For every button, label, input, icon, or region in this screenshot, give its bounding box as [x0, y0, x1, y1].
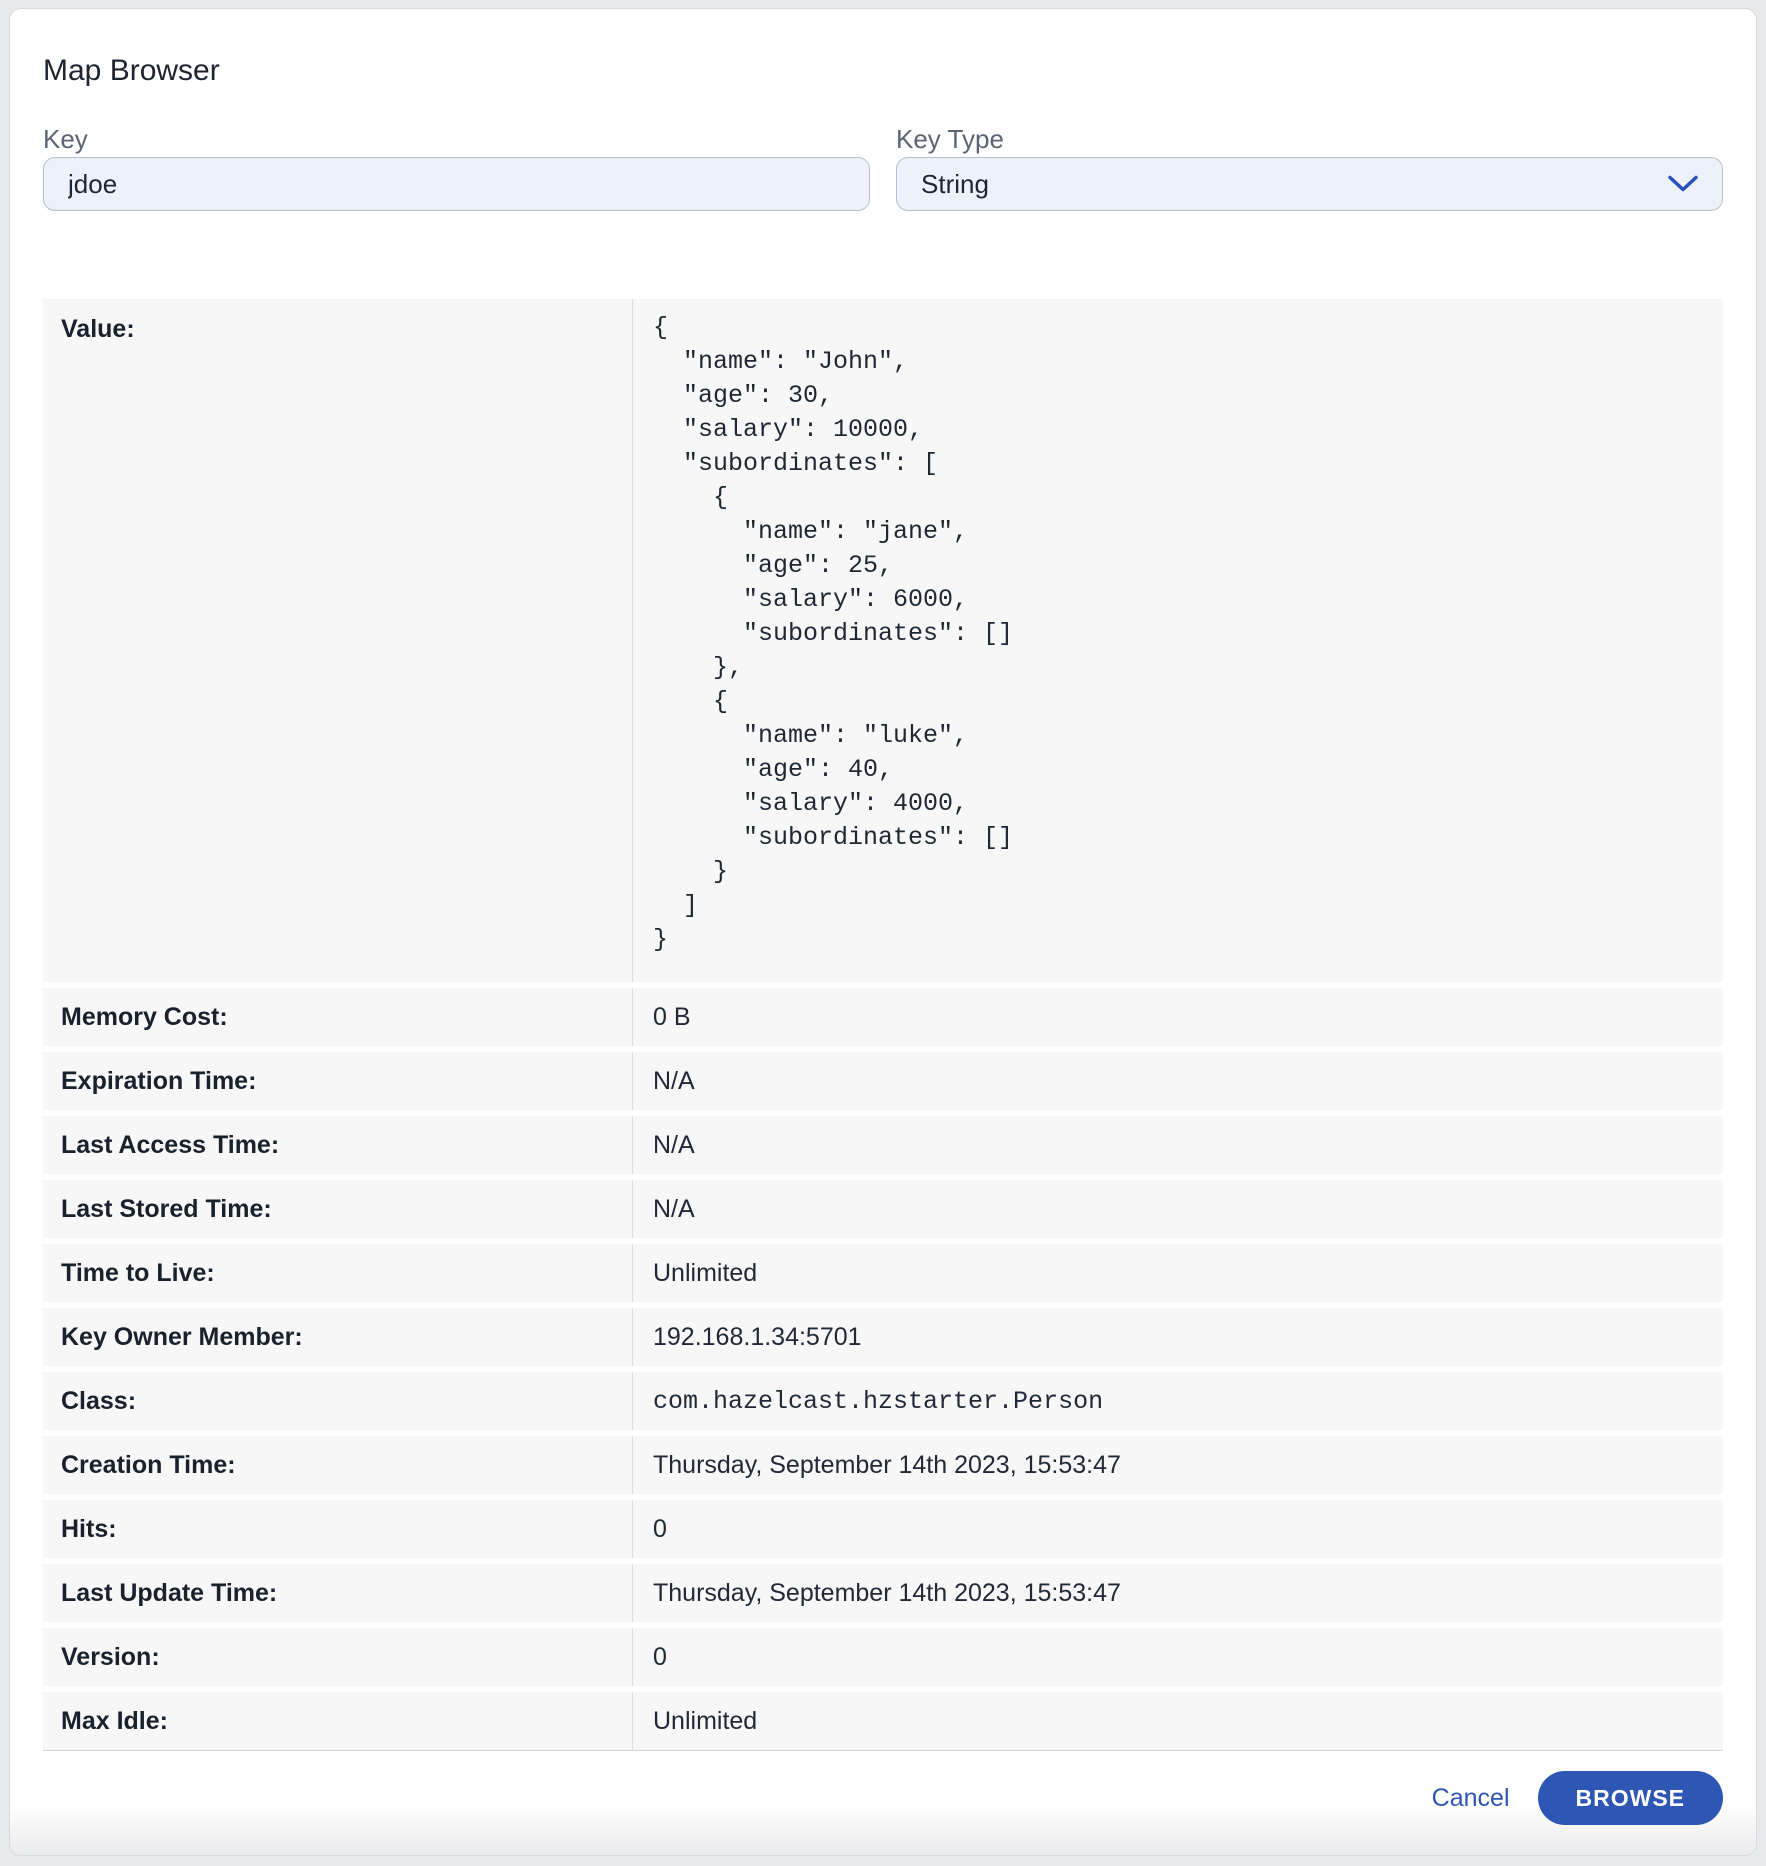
- row-label: Time to Live:: [43, 1244, 633, 1302]
- table-row: Creation Time: Thursday, September 14th …: [43, 1436, 1723, 1494]
- row-label: Key Owner Member:: [43, 1308, 633, 1366]
- value-json: { "name": "John", "age": 30, "salary": 1…: [633, 299, 1723, 957]
- row-value: 0: [633, 1500, 1723, 1558]
- key-type-label: Key Type: [896, 123, 1723, 155]
- row-value: 0 B: [633, 988, 1723, 1046]
- table-row: Memory Cost: 0 B: [43, 988, 1723, 1046]
- table-row: Last Update Time: Thursday, September 14…: [43, 1564, 1723, 1622]
- row-label: Last Update Time:: [43, 1564, 633, 1622]
- table-row: Last Stored Time: N/A: [43, 1180, 1723, 1238]
- row-label: Class:: [43, 1372, 633, 1430]
- key-type-field-group: Key Type String: [896, 123, 1723, 211]
- row-value: { "name": "John", "age": 30, "salary": 1…: [633, 299, 1723, 982]
- row-label: Version:: [43, 1628, 633, 1686]
- key-form: Key Key Type String: [43, 123, 1723, 211]
- table-row: Key Owner Member: 192.168.1.34:5701: [43, 1308, 1723, 1366]
- map-browser-panel: Map Browser Key Key Type String Value: {…: [9, 8, 1757, 1856]
- cancel-button[interactable]: Cancel: [1432, 1784, 1510, 1813]
- key-type-select[interactable]: String: [896, 157, 1723, 211]
- table-row: Class: com.hazelcast.hzstarter.Person: [43, 1372, 1723, 1430]
- table-row: Time to Live: Unlimited: [43, 1244, 1723, 1302]
- table-row: Version: 0: [43, 1628, 1723, 1686]
- table-row-value: Value: { "name": "John", "age": 30, "sal…: [43, 299, 1723, 982]
- table-row: Last Access Time: N/A: [43, 1116, 1723, 1174]
- row-value: N/A: [633, 1116, 1723, 1174]
- row-value: N/A: [633, 1180, 1723, 1238]
- row-value: Thursday, September 14th 2023, 15:53:47: [633, 1436, 1723, 1494]
- key-field-group: Key: [43, 123, 870, 211]
- page-title: Map Browser: [43, 53, 1723, 89]
- table-row: Expiration Time: N/A: [43, 1052, 1723, 1110]
- row-label: Creation Time:: [43, 1436, 633, 1494]
- row-label: Memory Cost:: [43, 988, 633, 1046]
- row-value: Unlimited: [633, 1244, 1723, 1302]
- row-label: Value:: [43, 299, 633, 982]
- key-input[interactable]: [43, 157, 870, 211]
- row-value: Thursday, September 14th 2023, 15:53:47: [633, 1564, 1723, 1622]
- dialog-footer: Cancel BROWSE: [10, 1741, 1756, 1855]
- table-row: Hits: 0: [43, 1500, 1723, 1558]
- entry-details-table: Value: { "name": "John", "age": 30, "sal…: [43, 299, 1723, 1751]
- row-value: N/A: [633, 1052, 1723, 1110]
- key-label: Key: [43, 123, 870, 155]
- chevron-down-icon: [1668, 175, 1698, 193]
- row-value: 192.168.1.34:5701: [633, 1308, 1723, 1366]
- row-value: 0: [633, 1628, 1723, 1686]
- row-label: Last Stored Time:: [43, 1180, 633, 1238]
- row-label: Hits:: [43, 1500, 633, 1558]
- row-label: Expiration Time:: [43, 1052, 633, 1110]
- browse-button[interactable]: BROWSE: [1538, 1771, 1724, 1825]
- row-label: Last Access Time:: [43, 1116, 633, 1174]
- row-value: com.hazelcast.hzstarter.Person: [633, 1372, 1723, 1430]
- key-type-selected-value: String: [921, 169, 989, 200]
